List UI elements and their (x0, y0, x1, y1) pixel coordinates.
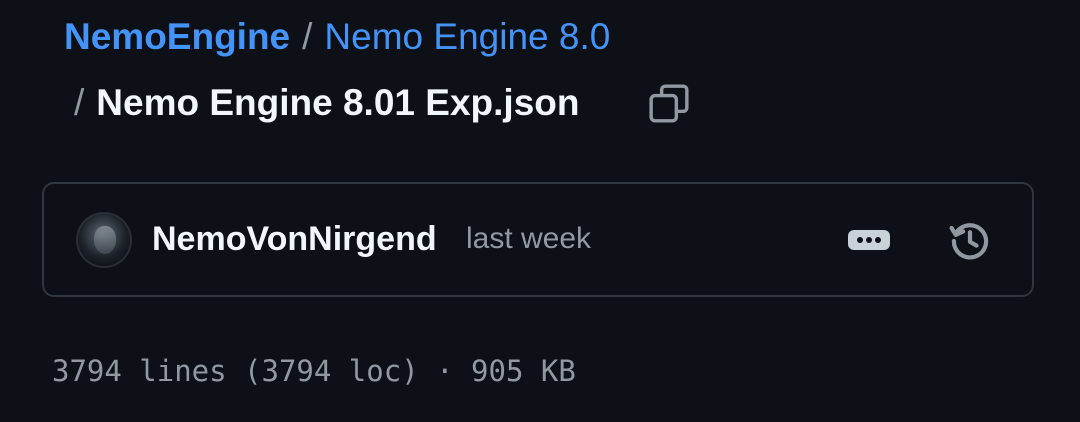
file-name: Nemo Engine 8.01 Exp.json (96, 82, 580, 123)
breadcrumb-separator: / (302, 16, 313, 57)
commit-time: last week (466, 222, 592, 255)
file-path: / Nemo Engine 8.01 Exp.json (74, 78, 579, 128)
file-stats: 3794 lines (3794 loc) · 905 KB (52, 354, 576, 388)
latest-commit-box: NemoVonNirgend last week (42, 182, 1034, 297)
history-icon (949, 223, 989, 260)
more-options-button[interactable] (840, 220, 898, 260)
copy-path-button[interactable] (644, 80, 694, 128)
copy-icon (649, 84, 689, 123)
breadcrumb-separator: / (74, 82, 85, 123)
kebab-horizontal-icon (848, 230, 890, 250)
history-button[interactable] (942, 214, 998, 268)
avatar[interactable] (76, 212, 132, 268)
breadcrumb-folder-link[interactable]: Nemo Engine 8.0 (324, 16, 610, 58)
commit-author-link[interactable]: NemoVonNirgend (152, 220, 437, 259)
avatar-image (94, 226, 116, 254)
breadcrumb-owner-link[interactable]: NemoEngine (64, 16, 290, 58)
breadcrumb: NemoEngine / Nemo Engine 8.0 (64, 12, 610, 62)
